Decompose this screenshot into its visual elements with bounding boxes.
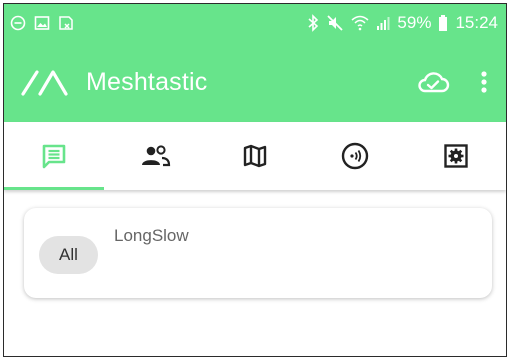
chat-icon bbox=[40, 142, 68, 170]
tab-channel[interactable] bbox=[305, 122, 405, 190]
map-icon bbox=[242, 143, 268, 169]
channel-card[interactable]: All LongSlow bbox=[24, 208, 492, 298]
screenshot-icon bbox=[58, 15, 74, 31]
tab-messages[interactable] bbox=[4, 122, 105, 190]
tab-users[interactable] bbox=[104, 122, 204, 190]
battery-icon bbox=[438, 14, 448, 32]
tab-map[interactable] bbox=[205, 122, 305, 190]
tab-bar bbox=[4, 122, 506, 190]
cloud-check-icon[interactable] bbox=[416, 70, 450, 94]
mute-icon bbox=[326, 14, 344, 32]
radio-icon bbox=[340, 141, 370, 171]
status-left-icons bbox=[10, 15, 74, 31]
wifi-icon bbox=[351, 15, 369, 31]
more-vert-icon[interactable] bbox=[480, 70, 488, 94]
bluetooth-icon bbox=[307, 14, 319, 32]
logo-icon bbox=[20, 67, 68, 97]
minus-circle-icon bbox=[10, 15, 26, 31]
image-icon bbox=[34, 15, 50, 31]
signal-icon bbox=[376, 15, 390, 31]
app-title: Meshtastic bbox=[86, 67, 208, 96]
people-icon bbox=[139, 143, 171, 169]
app-bar-actions bbox=[416, 70, 494, 94]
status-bar: 59% 15:24 bbox=[4, 4, 506, 42]
status-right-icons: 59% 15:24 bbox=[307, 13, 498, 33]
clock: 15:24 bbox=[455, 13, 498, 32]
app-bar: Meshtastic bbox=[4, 42, 506, 122]
app-window: 59% 15:24 Meshtastic All LongSlow bbox=[3, 3, 507, 357]
settings-icon bbox=[443, 143, 469, 169]
battery-percent: 59% bbox=[397, 13, 432, 32]
channel-chip[interactable]: All bbox=[39, 236, 98, 274]
channel-name: LongSlow bbox=[114, 226, 189, 245]
tab-settings[interactable] bbox=[406, 122, 506, 190]
